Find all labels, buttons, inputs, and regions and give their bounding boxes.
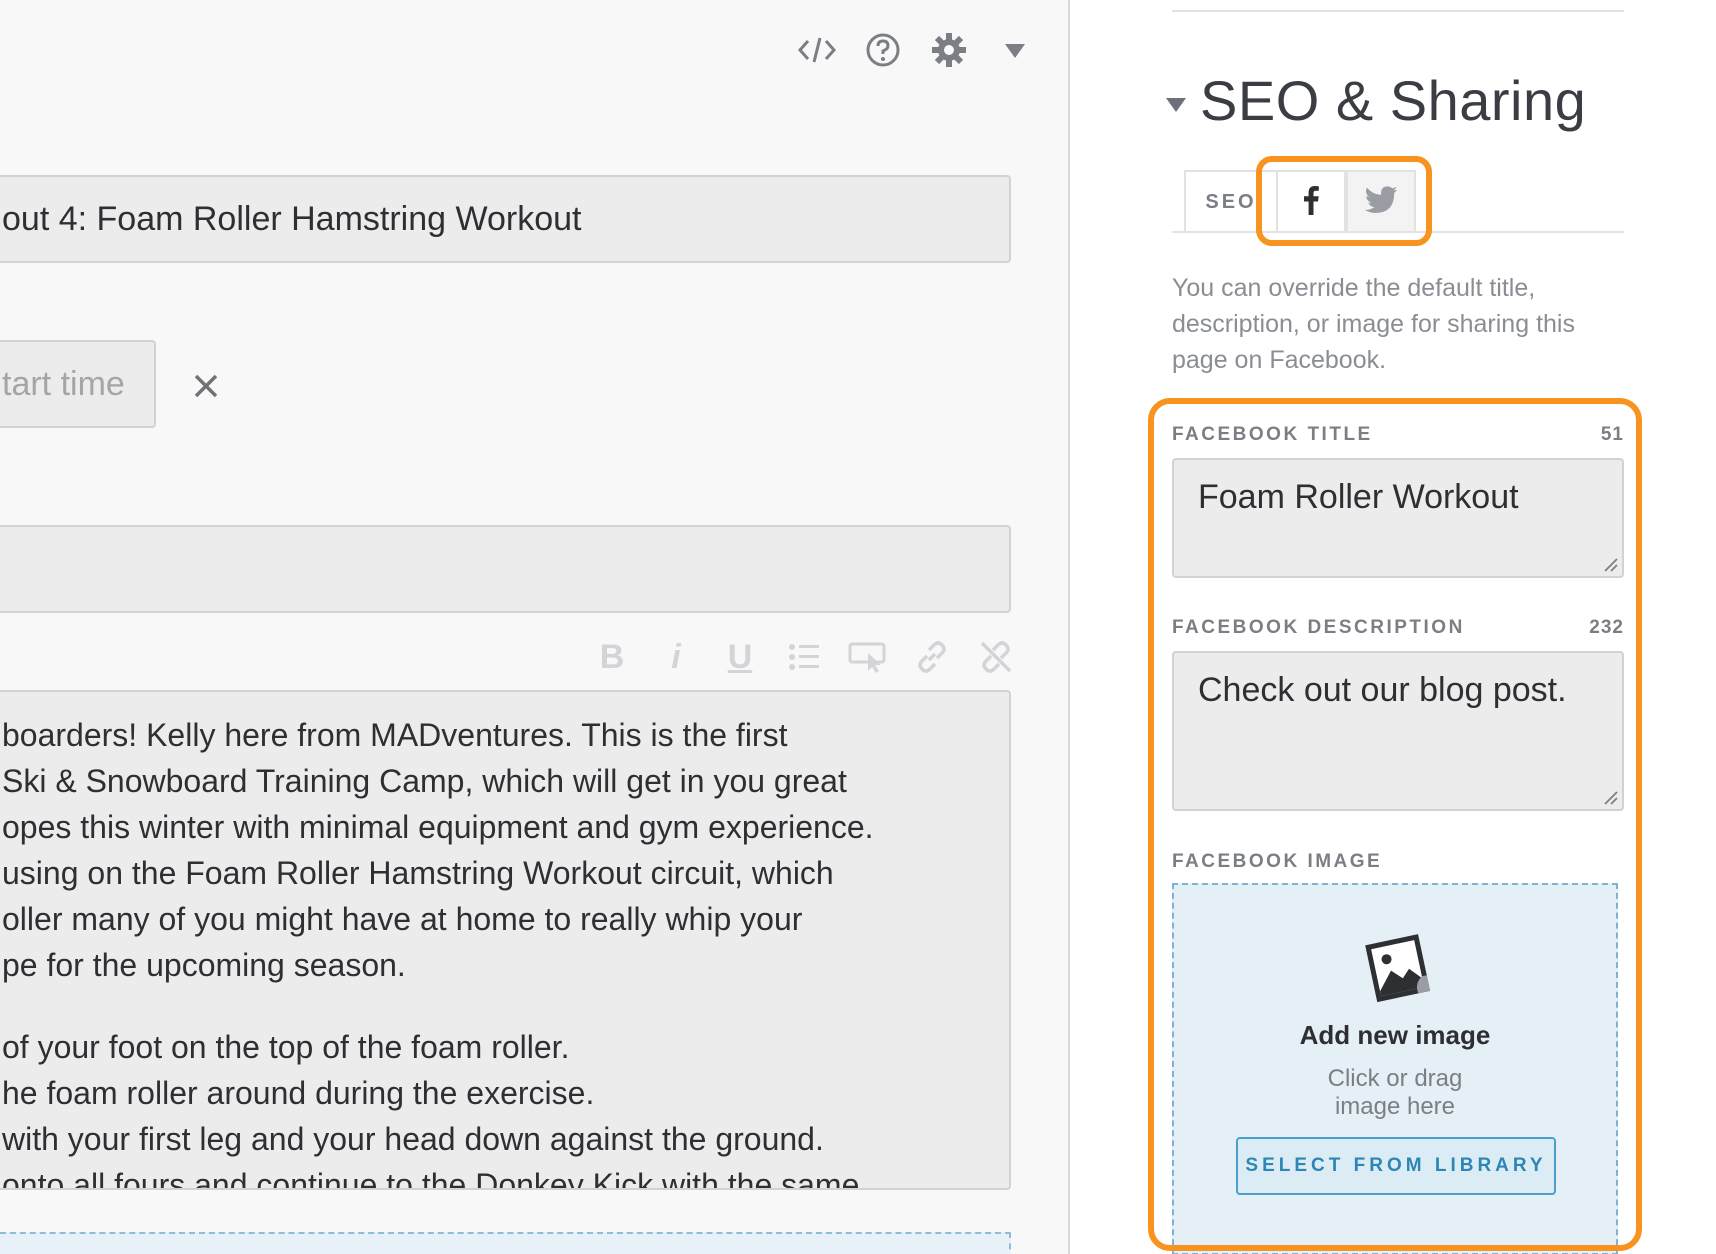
post-body-editor[interactable]: boarders! Kelly here from MADventures. T… <box>0 690 1011 1190</box>
settings-sidebar: SEO & Sharing SEO You can override the d… <box>1072 0 1716 1254</box>
bold-label: B <box>599 637 625 676</box>
clear-time-icon[interactable] <box>186 366 226 406</box>
tab-twitter[interactable] <box>1346 170 1416 232</box>
facebook-image-dropzone[interactable]: Add new image Click or drag image here S… <box>1172 883 1618 1254</box>
start-time-input[interactable]: tart time <box>0 340 156 428</box>
app-root: out 4: Foam Roller Hamstring Workout tar… <box>0 0 1716 1254</box>
sharing-tabs: SEO <box>1184 170 1416 232</box>
add-image-subtitle: Click or drag image here <box>1174 1065 1616 1121</box>
body-line: using on the Foam Roller Hamstring Worko… <box>2 855 834 891</box>
underline-label: U <box>727 637 753 676</box>
facebook-title-count: 51 <box>1600 424 1624 445</box>
body-line: pe for the upcoming season. <box>2 947 406 983</box>
format-toolbar: B i U <box>590 635 1018 679</box>
divider <box>1172 231 1624 233</box>
post-title-input[interactable]: out 4: Foam Roller Hamstring Workout <box>0 175 1011 263</box>
select-from-library-button[interactable]: SELECT FROM LIBRARY <box>1236 1137 1556 1195</box>
divider <box>1172 10 1624 12</box>
body-line: opes this winter with minimal equipment … <box>2 809 874 845</box>
tab-facebook[interactable] <box>1278 170 1346 232</box>
facebook-description-label: FACEBOOK DESCRIPTION <box>1172 617 1465 638</box>
italic-label: i <box>671 637 681 676</box>
body-line: with your first leg and your head down a… <box>2 1121 824 1157</box>
body-line: Ski & Snowboard Training Camp, which wil… <box>2 763 847 799</box>
unlink-icon[interactable] <box>974 635 1018 679</box>
facebook-title-value: Foam Roller Workout <box>1198 478 1519 516</box>
facebook-title-field[interactable]: Foam Roller Workout <box>1172 458 1624 578</box>
start-time-placeholder: tart time <box>2 365 125 403</box>
body-line: oller many of you might have at home to … <box>2 901 803 937</box>
facebook-image-label: FACEBOOK IMAGE <box>1172 851 1383 872</box>
add-image-subtitle-line: Click or drag <box>1327 1065 1463 1092</box>
post-title-value: out 4: Foam Roller Hamstring Workout <box>2 200 582 238</box>
italic-button[interactable]: i <box>654 635 698 679</box>
body-line: boarders! Kelly here from MADventures. T… <box>2 717 788 753</box>
facebook-title-label: FACEBOOK TITLE <box>1172 424 1373 445</box>
resize-handle-icon[interactable] <box>1602 789 1618 805</box>
tab-seo-label: SEO <box>1205 190 1257 213</box>
body-line: onto all fours and continue to the Donke… <box>2 1167 860 1190</box>
resize-handle-icon[interactable] <box>1602 556 1618 572</box>
facebook-description-count: 232 <box>1589 617 1624 638</box>
twitter-icon <box>1364 185 1398 219</box>
facebook-icon <box>1302 185 1320 220</box>
underline-button[interactable]: U <box>718 635 762 679</box>
post-body-text: boarders! Kelly here from MADventures. T… <box>2 712 874 1190</box>
list-icon[interactable] <box>782 635 826 679</box>
body-line: of your foot on the top of the foam roll… <box>2 1029 570 1065</box>
section-title: SEO & Sharing <box>1200 69 1587 132</box>
seo-sharing-toggle[interactable]: SEO & Sharing <box>1166 68 1586 133</box>
button-insert-icon[interactable] <box>846 635 890 679</box>
add-image-title: Add new image <box>1299 1020 1491 1050</box>
editor-toolbar <box>795 28 1037 72</box>
help-icon[interactable] <box>861 28 905 72</box>
bold-button[interactable]: B <box>590 635 634 679</box>
link-icon[interactable] <box>910 635 954 679</box>
editor-pane: out 4: Foam Roller Hamstring Workout tar… <box>0 0 1070 1254</box>
editor-dropzone-edge[interactable] <box>0 1232 1011 1254</box>
dropdown-caret-icon[interactable] <box>993 28 1037 72</box>
excerpt-input[interactable] <box>0 525 1011 613</box>
facebook-description-value: Check out our blog post. <box>1198 671 1567 709</box>
body-line: he foam roller around during the exercis… <box>2 1075 595 1111</box>
code-icon[interactable] <box>795 28 839 72</box>
image-upload-icon <box>1365 934 1431 1003</box>
caret-down-icon <box>1166 97 1186 112</box>
add-image-subtitle-line: image here <box>1334 1093 1456 1120</box>
tab-seo[interactable]: SEO <box>1184 170 1278 232</box>
sharing-help-text: You can override the default title, desc… <box>1172 274 1575 374</box>
gear-icon[interactable] <box>927 28 971 72</box>
facebook-description-field[interactable]: Check out our blog post. <box>1172 651 1624 811</box>
